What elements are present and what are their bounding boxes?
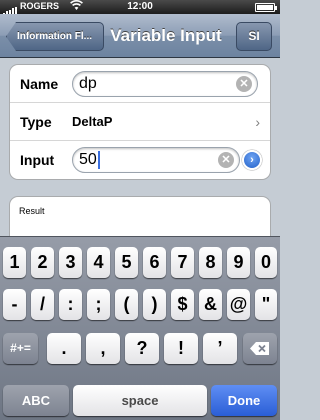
done-key[interactable]: Done <box>211 385 277 416</box>
backspace-icon <box>250 342 269 356</box>
key-6[interactable]: 6 <box>143 247 166 278</box>
variable-form: Name dp ✕ Type DeltaP › Input 50 ✕ <box>9 64 271 180</box>
type-label: Type <box>20 114 52 130</box>
type-value: DeltaP <box>72 114 113 129</box>
clear-icon[interactable]: ✕ <box>236 76 252 92</box>
clear-icon[interactable]: ✕ <box>218 152 234 168</box>
key-open-paren[interactable]: ( <box>115 289 138 320</box>
input-value: 50 <box>79 151 97 168</box>
key-exclamation[interactable]: ! <box>164 333 198 364</box>
key-question[interactable]: ? <box>125 333 159 364</box>
key-1[interactable]: 1 <box>3 247 26 278</box>
keyboard: 1 2 3 4 5 6 7 8 9 0 - / : ; ( ) $ & @ " … <box>0 236 280 420</box>
key-quote[interactable]: " <box>255 289 277 320</box>
key-comma[interactable]: , <box>86 333 120 364</box>
key-2[interactable]: 2 <box>31 247 54 278</box>
chevron-right-icon: › <box>255 114 260 130</box>
clock: 12:00 <box>127 1 153 12</box>
name-label: Name <box>20 76 59 92</box>
key-period[interactable]: . <box>47 333 81 364</box>
key-0[interactable]: 0 <box>255 247 277 278</box>
key-9[interactable]: 9 <box>227 247 250 278</box>
units-button[interactable]: SI <box>236 22 272 51</box>
type-row[interactable]: Type DeltaP › <box>10 103 270 141</box>
space-key[interactable]: space <box>73 385 207 416</box>
key-close-paren[interactable]: ) <box>143 289 166 320</box>
more-symbols-key[interactable]: #+= <box>3 333 38 364</box>
key-ampersand[interactable]: & <box>199 289 222 320</box>
key-slash[interactable]: / <box>31 289 54 320</box>
name-row: Name dp ✕ <box>10 65 270 103</box>
name-field[interactable]: dp ✕ <box>72 71 258 97</box>
key-7[interactable]: 7 <box>171 247 194 278</box>
key-5[interactable]: 5 <box>115 247 138 278</box>
key-4[interactable]: 4 <box>87 247 110 278</box>
status-bar: ROGERS 12:00 <box>0 0 280 15</box>
name-value: dp <box>79 75 97 92</box>
delete-key[interactable] <box>243 333 277 364</box>
key-semicolon[interactable]: ; <box>87 289 110 320</box>
input-label: Input <box>20 152 55 168</box>
key-colon[interactable]: : <box>59 289 82 320</box>
navigation-bar: Information Fl... Variable Input SI <box>0 14 280 58</box>
text-cursor <box>97 150 100 169</box>
page-title: Variable Input <box>110 26 222 45</box>
key-8[interactable]: 8 <box>199 247 222 278</box>
abc-key[interactable]: ABC <box>3 385 69 416</box>
input-field[interactable]: 50 ✕ <box>72 147 240 173</box>
result-panel: Result <box>9 196 271 236</box>
detail-disclosure-icon[interactable]: › <box>242 150 262 170</box>
key-hyphen[interactable]: - <box>3 289 26 320</box>
key-3[interactable]: 3 <box>59 247 82 278</box>
battery-icon <box>255 3 277 12</box>
key-at[interactable]: @ <box>227 289 250 320</box>
result-label: Result <box>19 206 45 216</box>
key-apostrophe[interactable]: ’ <box>203 333 237 364</box>
key-dollar[interactable]: $ <box>171 289 194 320</box>
back-button[interactable]: Information Fl... <box>6 22 104 51</box>
input-row: Input 50 ✕ <box>10 141 270 179</box>
